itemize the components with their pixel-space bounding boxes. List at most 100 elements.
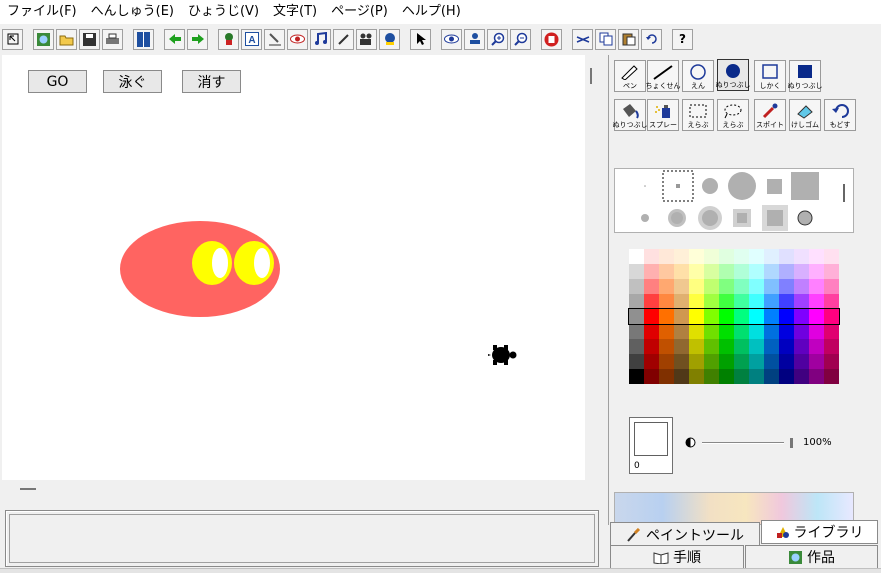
color-swatch[interactable]	[644, 339, 659, 354]
color-swatch[interactable]	[734, 279, 749, 294]
color-swatch[interactable]	[719, 294, 734, 309]
color-swatch[interactable]	[779, 339, 794, 354]
color-swatch[interactable]	[824, 249, 839, 264]
color-swatch[interactable]	[659, 264, 674, 279]
color-swatch[interactable]	[779, 294, 794, 309]
color-swatch[interactable]	[764, 354, 779, 369]
tab-works[interactable]: 作品	[745, 545, 878, 569]
color-swatch[interactable]	[824, 369, 839, 384]
color-swatch[interactable]	[779, 264, 794, 279]
color-swatch[interactable]	[794, 264, 809, 279]
menu-view[interactable]: ひょうじ(V)	[181, 0, 266, 24]
brush-sizes[interactable]	[641, 170, 819, 231]
color-swatch[interactable]	[644, 354, 659, 369]
erase-button[interactable]: 消す	[182, 70, 241, 93]
color-swatch[interactable]	[809, 324, 824, 339]
color-swatch[interactable]	[629, 339, 644, 354]
color-swatch[interactable]	[734, 264, 749, 279]
robot-icon[interactable]	[379, 28, 400, 50]
color-swatch[interactable]	[809, 369, 824, 384]
color-swatch[interactable]	[809, 249, 824, 264]
color-swatch[interactable]	[644, 279, 659, 294]
color-swatch[interactable]	[749, 294, 764, 309]
color-swatch[interactable]	[809, 279, 824, 294]
color-swatch[interactable]	[629, 249, 644, 264]
go-button[interactable]: GO	[28, 70, 87, 93]
color-swatch[interactable]	[659, 354, 674, 369]
spray-tool[interactable]: スプレー	[647, 99, 679, 131]
color-swatch[interactable]	[704, 294, 719, 309]
color-swatch[interactable]	[809, 309, 824, 324]
color-swatch[interactable]	[674, 264, 689, 279]
brush-scroll-mark[interactable]	[843, 184, 845, 202]
eye-icon[interactable]	[287, 28, 308, 50]
color-swatch[interactable]	[659, 294, 674, 309]
color-swatch[interactable]	[794, 294, 809, 309]
color-swatch[interactable]	[674, 294, 689, 309]
rectangle-tool[interactable]: しかく	[754, 60, 786, 92]
color-swatch[interactable]	[704, 264, 719, 279]
arrow-right-icon[interactable]	[187, 28, 208, 50]
color-swatch[interactable]	[659, 309, 674, 324]
color-swatch[interactable]	[629, 279, 644, 294]
book-icon[interactable]	[133, 28, 154, 50]
color-swatch[interactable]	[779, 279, 794, 294]
color-swatch[interactable]	[659, 249, 674, 264]
color-swatch[interactable]	[704, 339, 719, 354]
color-swatch[interactable]	[719, 279, 734, 294]
filled-rectangle-tool[interactable]: ぬりつぶし	[787, 60, 823, 92]
color-swatch[interactable]	[644, 294, 659, 309]
bucket-fill-tool[interactable]: ぬりつぶし	[612, 99, 648, 131]
color-swatch[interactable]	[629, 294, 644, 309]
color-swatch[interactable]	[674, 279, 689, 294]
color-swatch[interactable]	[629, 264, 644, 279]
color-swatch[interactable]	[674, 324, 689, 339]
color-swatch[interactable]	[644, 324, 659, 339]
color-swatch[interactable]	[749, 369, 764, 384]
view-eye-icon[interactable]	[441, 28, 462, 50]
pointer-select-icon[interactable]	[2, 28, 23, 50]
color-swatch[interactable]	[794, 324, 809, 339]
color-swatch[interactable]	[644, 369, 659, 384]
arrow-cursor-icon[interactable]	[410, 28, 431, 50]
color-swatch[interactable]	[719, 324, 734, 339]
color-swatch[interactable]	[674, 354, 689, 369]
color-swatch[interactable]	[824, 264, 839, 279]
color-swatch[interactable]	[824, 354, 839, 369]
menu-file[interactable]: ファイル(F)	[0, 0, 84, 24]
opacity-slider-knob[interactable]	[790, 437, 793, 448]
menu-page[interactable]: ページ(P)	[324, 0, 395, 24]
color-swatch[interactable]	[764, 369, 779, 384]
turtle-icon[interactable]	[488, 344, 518, 366]
menu-text[interactable]: 文字(T)	[266, 0, 324, 24]
color-swatch[interactable]	[749, 279, 764, 294]
color-swatch[interactable]	[794, 339, 809, 354]
color-swatch[interactable]	[779, 354, 794, 369]
canvas-horizontal-scroll[interactable]	[20, 488, 36, 490]
music-icon[interactable]	[310, 28, 331, 50]
scissors-icon[interactable]	[572, 28, 593, 50]
tab-paint-tool[interactable]: ペイントツール	[610, 522, 760, 546]
color-swatch[interactable]	[764, 279, 779, 294]
color-swatch[interactable]	[749, 324, 764, 339]
eyedropper-tool[interactable]: スポイト	[754, 99, 786, 131]
color-swatch[interactable]	[644, 249, 659, 264]
color-swatch[interactable]	[734, 294, 749, 309]
color-swatch[interactable]	[674, 249, 689, 264]
help-icon[interactable]: ?	[672, 28, 693, 50]
color-swatch[interactable]	[674, 309, 689, 324]
color-swatch[interactable]	[749, 249, 764, 264]
color-swatch[interactable]	[764, 324, 779, 339]
pen-tool[interactable]: ペン	[614, 60, 646, 92]
canvas-vertical-scroll[interactable]	[590, 68, 592, 84]
color-swatch[interactable]	[764, 249, 779, 264]
undo-icon[interactable]	[641, 28, 662, 50]
paste-icon[interactable]	[618, 28, 639, 50]
color-swatch[interactable]	[689, 324, 704, 339]
color-palette[interactable]	[628, 249, 840, 384]
stamp-icon[interactable]	[464, 28, 485, 50]
tab-library[interactable]: ライブラリ	[761, 520, 878, 544]
color-swatch[interactable]	[794, 279, 809, 294]
color-swatch[interactable]	[719, 249, 734, 264]
color-swatch[interactable]	[659, 369, 674, 384]
